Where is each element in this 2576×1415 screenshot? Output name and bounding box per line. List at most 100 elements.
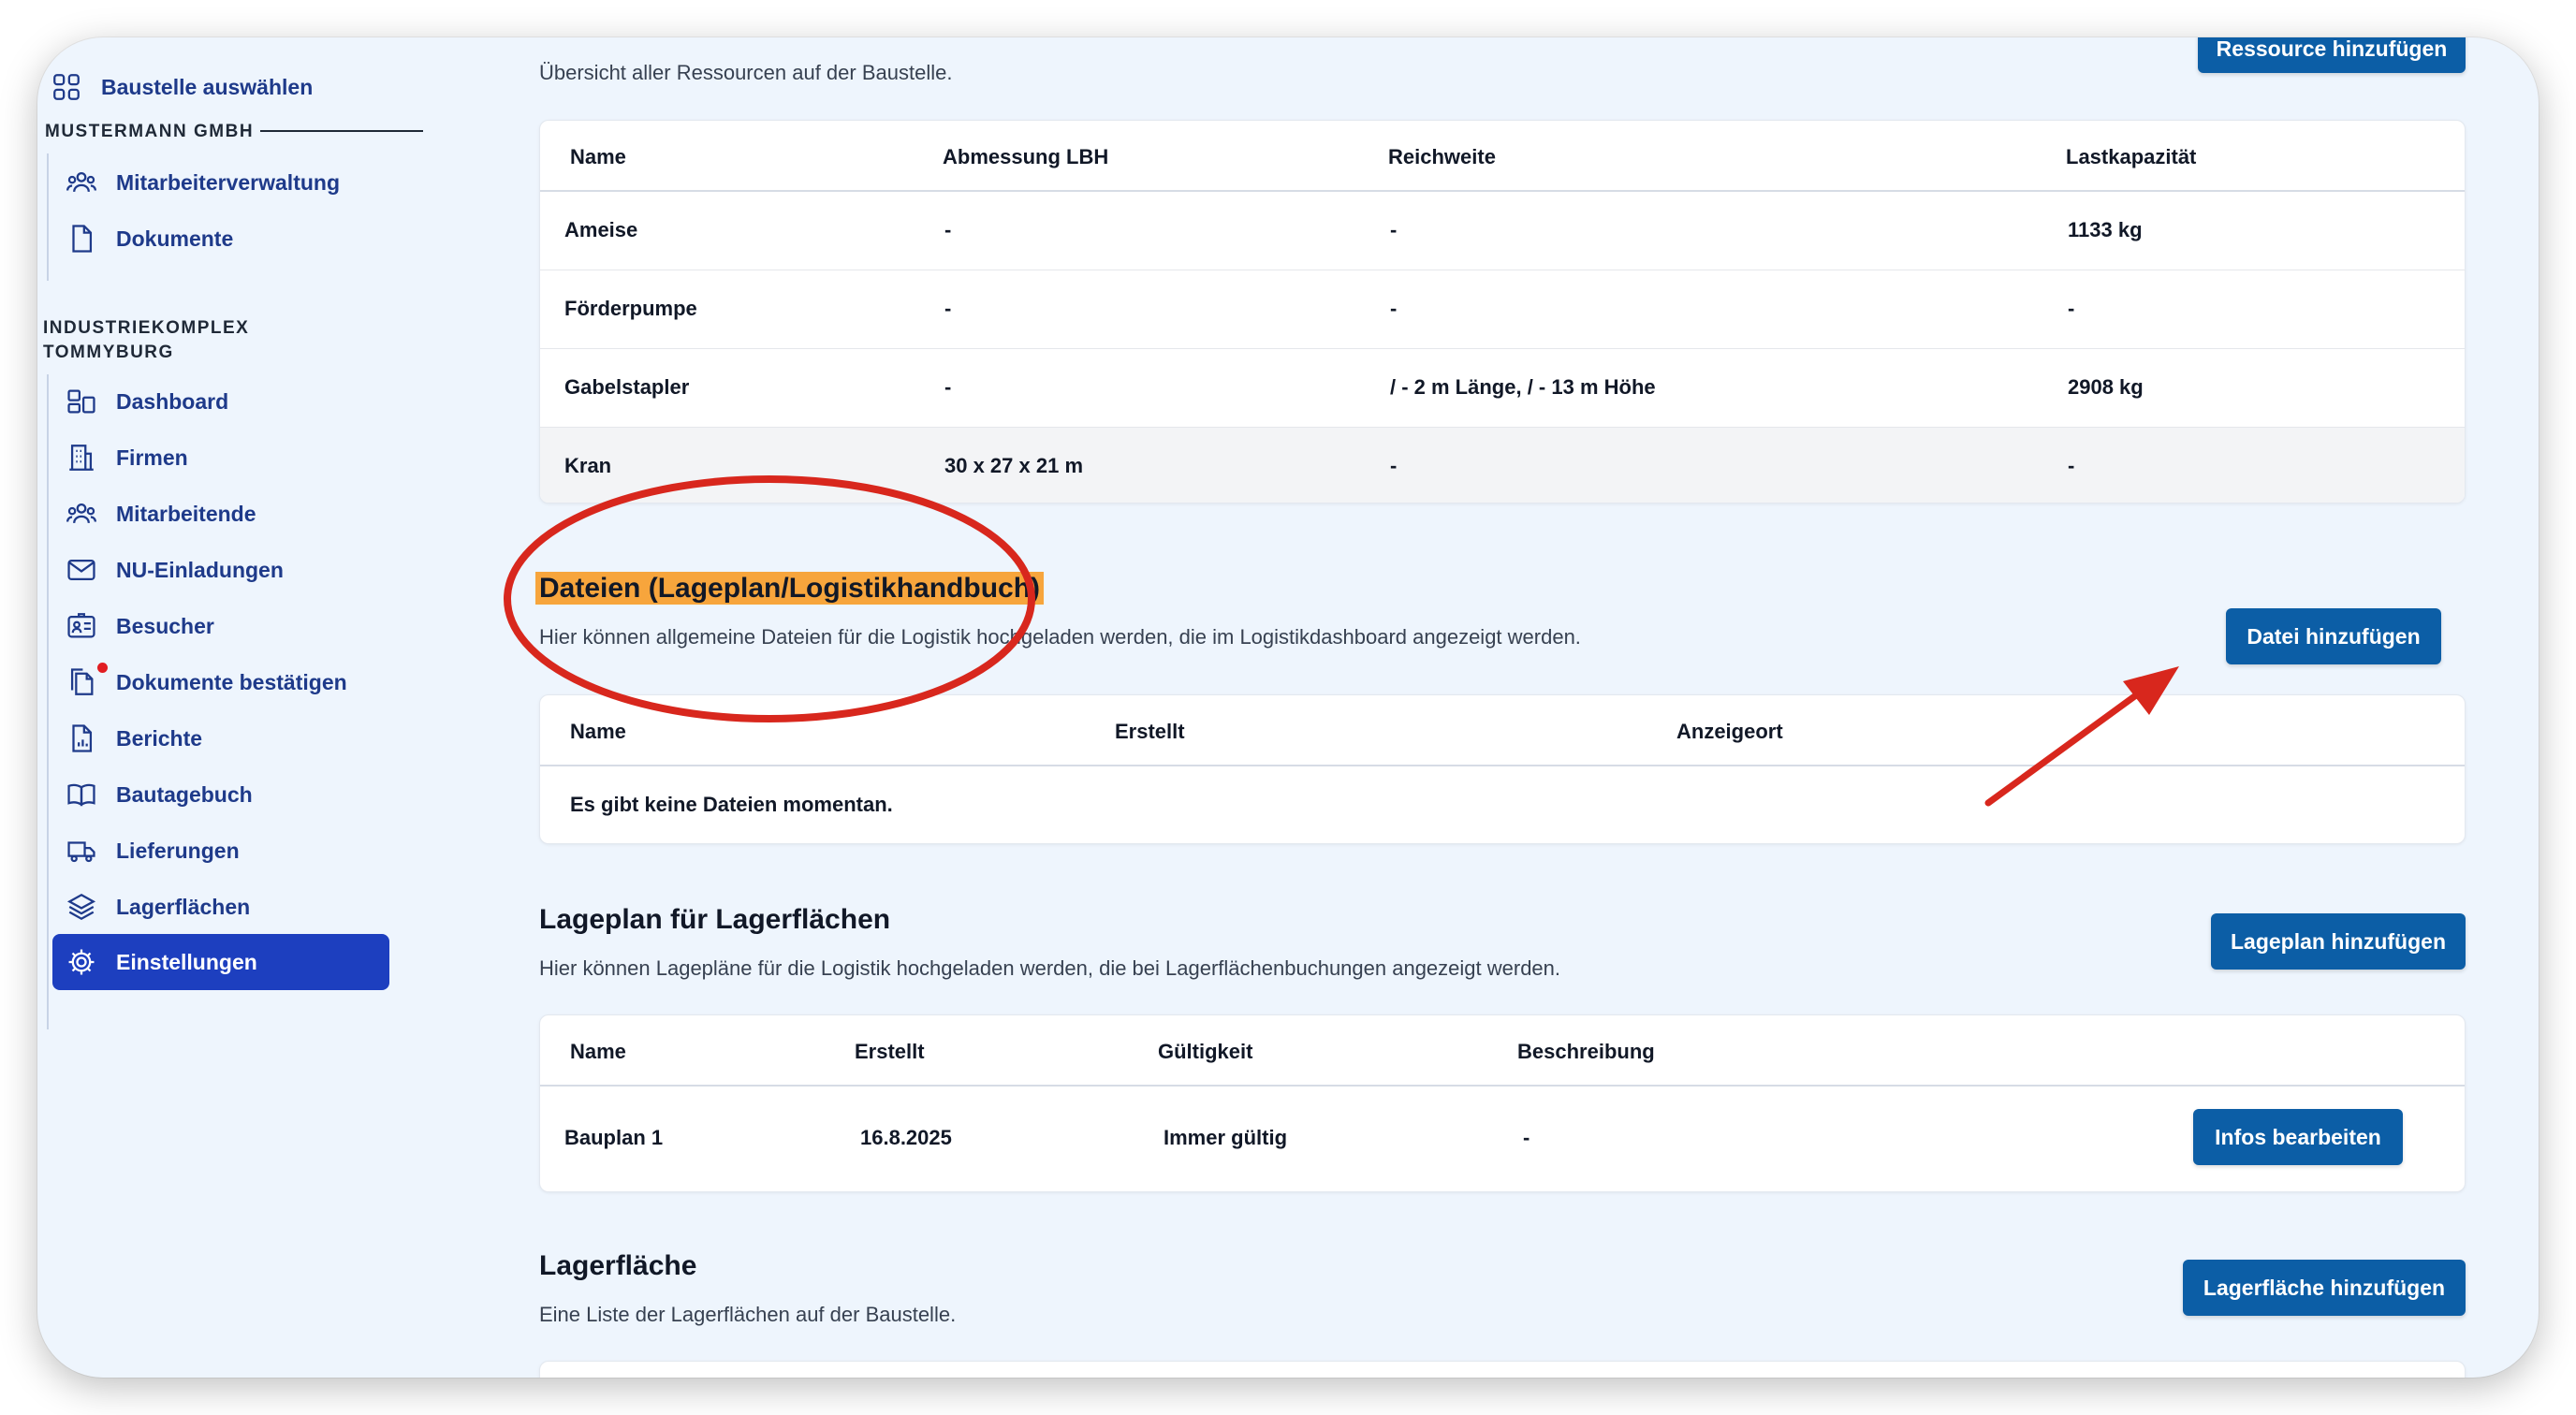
storage-table xyxy=(539,1361,2466,1378)
cell-capacity: - xyxy=(2068,297,2075,320)
grid-icon xyxy=(53,74,80,100)
select-site-label: Baustelle auswählen xyxy=(101,74,314,99)
layers-icon xyxy=(66,893,96,921)
add-resource-button[interactable]: Ressource hinzufügen xyxy=(2198,37,2466,73)
siteplan-description: Hier können Lagepläne für die Logistik h… xyxy=(539,956,1561,980)
gear-icon xyxy=(68,949,95,975)
site-group-title-line1: INDUSTRIEKOMPLEX xyxy=(43,318,250,338)
sidebar-item-label: Einstellungen xyxy=(116,949,257,974)
sidebar-item-nu-einladungen[interactable]: NU-Einladungen xyxy=(66,543,284,597)
sidebar-item-besucher[interactable]: Besucher xyxy=(66,599,214,653)
sidebar-item-firmen[interactable]: Firmen xyxy=(66,430,188,485)
app-window: Baustelle auswählen MUSTERMANN GMBH Mita… xyxy=(37,37,2539,1378)
siteplan-table: Name Erstellt Gültigkeit Beschreibung Ba… xyxy=(539,1014,2466,1192)
column-header: Lastkapazität xyxy=(2066,145,2197,168)
cell-capacity: 1133 kg xyxy=(2068,218,2143,241)
notification-dot xyxy=(97,663,108,673)
sidebar-item-lagerflaechen[interactable]: Lagerflächen xyxy=(66,880,250,934)
cell-name: Ameise xyxy=(564,218,638,241)
sidebar-item-dashboard[interactable]: Dashboard xyxy=(66,374,228,429)
column-header: Reichweite xyxy=(1388,145,1496,168)
cell-description: - xyxy=(1523,1126,1530,1149)
cell-name: Gabelstapler xyxy=(564,375,690,399)
cell-dimensions: - xyxy=(944,297,952,320)
add-file-button[interactable]: Datei hinzufügen xyxy=(2226,608,2441,664)
cell-name: Bauplan 1 xyxy=(564,1126,664,1149)
column-header: Anzeigeort xyxy=(1676,720,1783,743)
select-site-link[interactable]: Baustelle auswählen xyxy=(51,60,313,114)
cell-capacity: 2908 kg xyxy=(2068,375,2144,399)
sidebar-item-label: Lagerflächen xyxy=(116,894,251,919)
mail-icon xyxy=(67,559,95,581)
cell-capacity: - xyxy=(2068,454,2075,477)
site-group-title-line2: TOMMYBURG xyxy=(43,343,174,362)
cell-dimensions: - xyxy=(944,375,952,399)
resources-table: Name Abmessung LBH Reichweite Lastkapazi… xyxy=(539,120,2466,503)
group-divider xyxy=(260,130,423,132)
files-title-text: Dateien (Lageplan/Logistikhandbuch) xyxy=(535,572,1045,605)
column-header: Erstellt xyxy=(1115,720,1185,743)
table-row[interactable]: Bauplan 1 16.8.2025 Immer gültig - Infos… xyxy=(540,1087,2465,1191)
dashboard-icon xyxy=(67,389,95,414)
cell-reach: - xyxy=(1390,218,1398,241)
table-row[interactable]: Gabelstapler - / - 2 m Länge, / - 13 m H… xyxy=(540,349,2465,428)
sidebar-item-bautagebuch[interactable]: Bautagebuch xyxy=(66,767,253,822)
cell-reach: / - 2 m Länge, / - 13 m Höhe xyxy=(1390,375,1656,399)
sidebar-item-label: Mitarbeitende xyxy=(116,501,256,526)
cell-reach: - xyxy=(1390,454,1398,477)
column-header: Erstellt xyxy=(855,1040,925,1063)
cell-reach: - xyxy=(1390,297,1398,320)
sidebar-item-label: Firmen xyxy=(116,445,188,470)
report-icon xyxy=(72,724,93,752)
sidebar-item-mitarbeiterverwaltung[interactable]: Mitarbeiterverwaltung xyxy=(66,155,340,210)
cell-created: 16.8.2025 xyxy=(860,1126,952,1149)
sidebar-item-lieferungen[interactable]: Lieferungen xyxy=(66,824,240,878)
files-description: Hier können allgemeine Dateien für die L… xyxy=(539,625,1581,649)
storage-section-title: Lagerfläche xyxy=(539,1250,697,1281)
users-icon xyxy=(66,171,97,193)
column-header: Beschreibung xyxy=(1517,1040,1655,1063)
sidebar-item-label: Dokumente xyxy=(116,226,234,251)
siteplan-section-title: Lageplan für Lagerflächen xyxy=(539,904,891,935)
sidebar-item-einstellungen[interactable]: Einstellungen xyxy=(52,934,389,990)
storage-description: Eine Liste der Lagerflächen auf der Baus… xyxy=(539,1303,957,1326)
column-header: Abmessung LBH xyxy=(943,145,1109,168)
sidebar-item-dokumente[interactable]: Dokumente xyxy=(66,212,233,266)
sidebar-item-label: Mitarbeiterverwaltung xyxy=(116,169,340,195)
sidebar-item-berichte[interactable]: Berichte xyxy=(66,711,202,766)
table-header: Name Erstellt Gültigkeit Beschreibung xyxy=(540,1015,2465,1087)
truck-icon xyxy=(67,841,95,863)
sidebar-item-label: Bautagebuch xyxy=(116,781,253,807)
files-table: Name Erstellt Anzeigeort Es gibt keine D… xyxy=(539,694,2466,844)
cell-dimensions: 30 x 27 x 21 m xyxy=(944,454,1084,477)
building-icon xyxy=(69,445,94,471)
book-open-icon xyxy=(67,783,95,807)
sidebar-item-label: Dashboard xyxy=(116,388,229,414)
cell-dimensions: - xyxy=(944,218,952,241)
add-siteplan-button[interactable]: Lageplan hinzufügen xyxy=(2211,913,2466,970)
cell-validity: Immer gültig xyxy=(1164,1126,1288,1149)
cell-name: Kran xyxy=(564,454,612,477)
cell-name: Förderpumpe xyxy=(564,297,697,320)
sidebar-item-label: Besucher xyxy=(116,613,214,638)
sidebar-item-label: Berichte xyxy=(116,725,203,751)
company-group-title: MUSTERMANN GMBH xyxy=(45,122,255,141)
resources-description: Übersicht aller Ressourcen auf der Baust… xyxy=(539,61,953,84)
table-row[interactable]: Förderpumpe - - - xyxy=(540,270,2465,349)
sidebar-item-dokumente-bestaetigen[interactable]: Dokumente bestätigen xyxy=(66,655,347,709)
sidebar: Baustelle auswählen MUSTERMANN GMBH Mita… xyxy=(37,37,431,1378)
sidebar-item-mitarbeitende[interactable]: Mitarbeitende xyxy=(66,487,256,541)
id-card-icon xyxy=(67,613,95,638)
edit-info-button[interactable]: Infos bearbeiten xyxy=(2193,1109,2403,1165)
column-header: Name xyxy=(570,145,626,168)
add-storage-button[interactable]: Lagerfläche hinzufügen xyxy=(2183,1260,2466,1316)
table-header: Name Erstellt Anzeigeort xyxy=(540,695,2465,766)
sidebar-item-label: Dokumente bestätigen xyxy=(116,669,347,694)
files-section-title: Dateien (Lageplan/Logistikhandbuch) xyxy=(535,572,1045,605)
column-header: Name xyxy=(570,1040,626,1063)
group-line xyxy=(47,153,49,281)
table-header: Name Abmessung LBH Reichweite Lastkapazi… xyxy=(540,121,2465,192)
table-row[interactable]: Kran 30 x 27 x 21 m - - xyxy=(540,428,2465,503)
table-row[interactable]: Ameise - - 1133 kg xyxy=(540,192,2465,270)
sidebar-item-label: NU-Einladungen xyxy=(116,557,284,582)
